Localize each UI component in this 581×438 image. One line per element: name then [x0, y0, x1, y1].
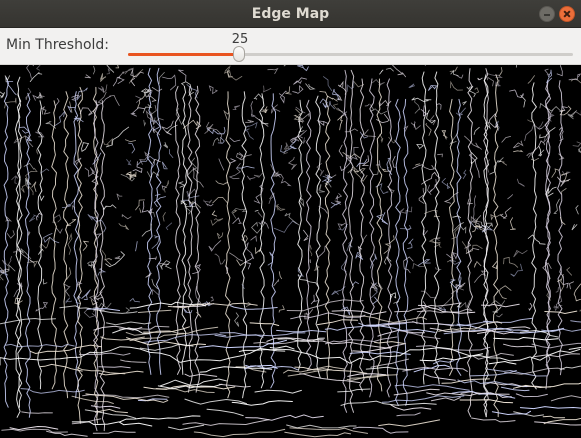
slider-thumb[interactable] [233, 46, 246, 62]
title-bar[interactable]: Edge Map [0, 0, 581, 28]
slider-fill [128, 53, 240, 56]
window-title: Edge Map [251, 6, 330, 22]
edge-map-window: Edge Map Min Threshold: 25 [0, 0, 581, 438]
min-threshold-slider[interactable] [128, 53, 573, 56]
trackbar-panel: Min Threshold: 25 [0, 28, 581, 65]
close-icon[interactable] [559, 6, 575, 22]
trackbar-label: Min Threshold: [6, 37, 110, 53]
edge-map-image [0, 65, 581, 438]
minimize-icon[interactable] [539, 6, 555, 22]
trackbar-value: 25 [231, 32, 249, 47]
